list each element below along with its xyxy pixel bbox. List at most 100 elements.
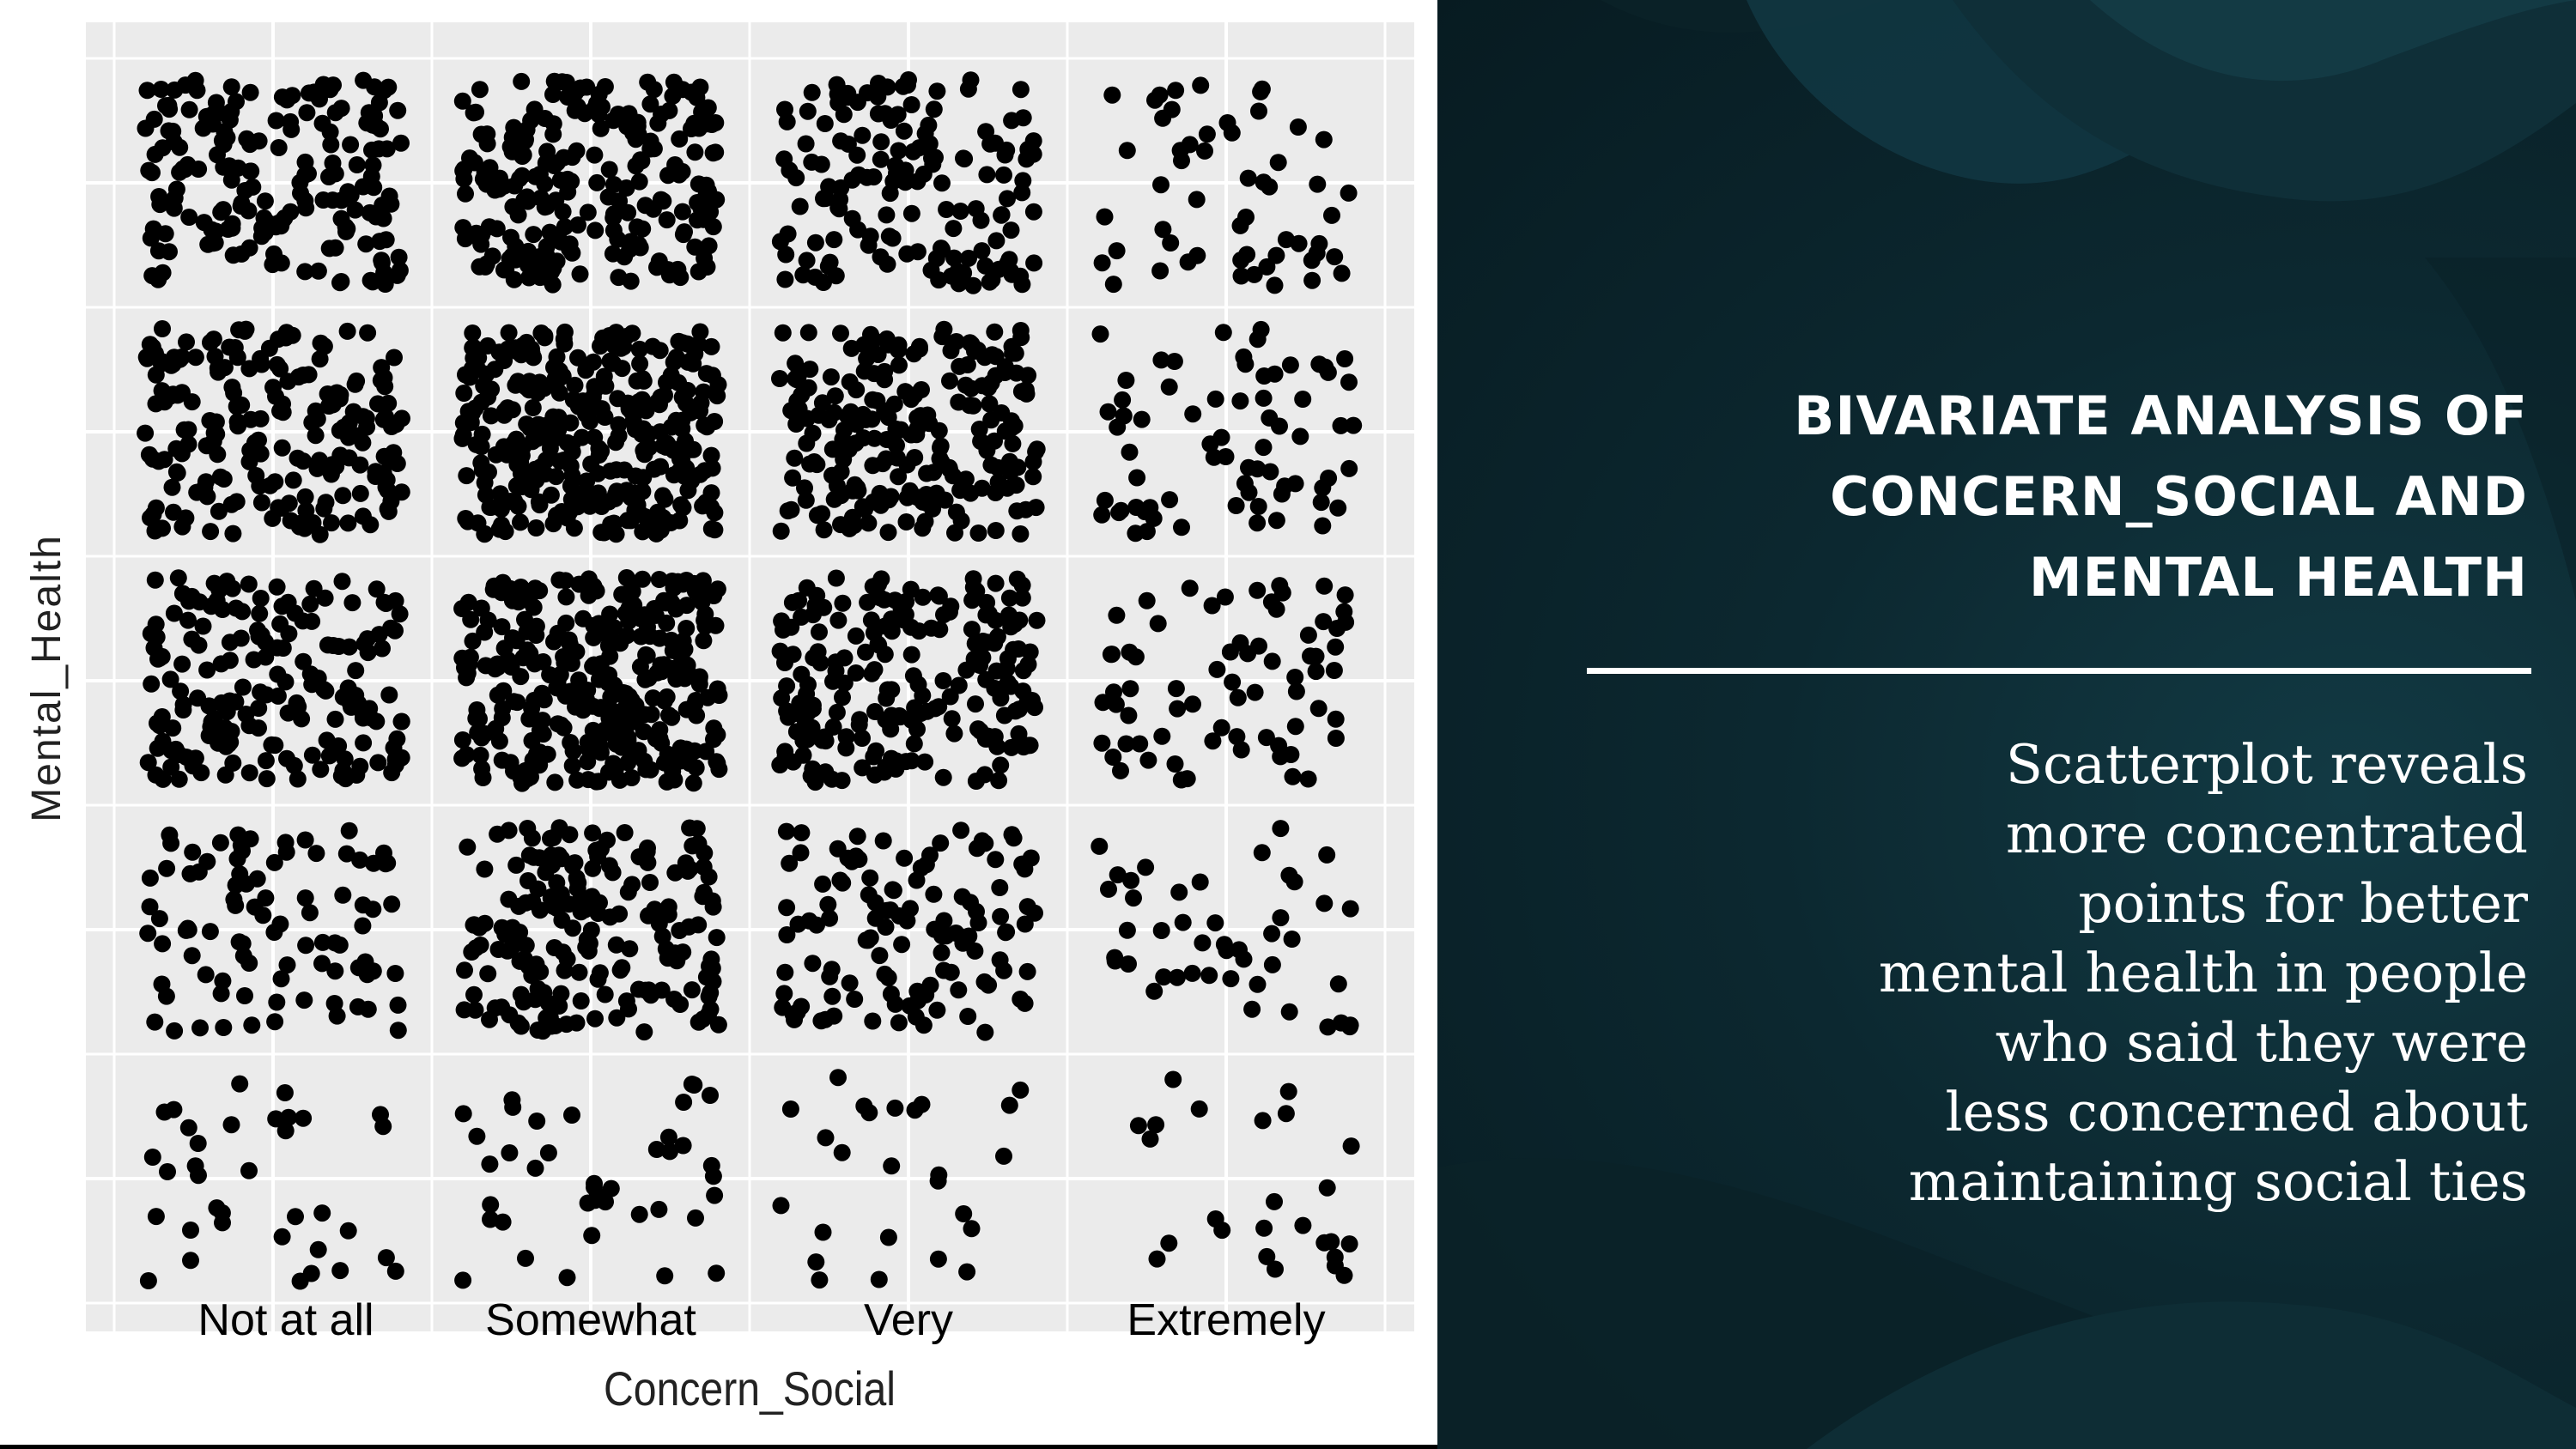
scatter-point [978, 441, 996, 459]
scatter-point [566, 101, 584, 119]
scatter-point [375, 844, 392, 862]
scatter-point [257, 648, 275, 666]
scatter-point [866, 429, 884, 447]
scatter-point [1109, 866, 1127, 884]
scatter-point [183, 630, 201, 648]
scatter-point [1148, 1250, 1166, 1268]
scatter-point [1315, 130, 1333, 149]
scatter-point [523, 829, 541, 847]
scatter-point [902, 900, 919, 918]
scatter-point [589, 847, 607, 865]
scatter-point [1326, 248, 1344, 266]
scatter-point [382, 619, 400, 637]
scatter-point [526, 655, 544, 673]
scatter-point [526, 100, 544, 118]
scatter-point [781, 1100, 799, 1118]
scatter-point [1314, 479, 1332, 497]
scatter-point [454, 1105, 472, 1123]
scatter-point [623, 583, 641, 600]
scatter-point [1309, 700, 1327, 718]
scatter-point [168, 464, 186, 482]
scatter-point [351, 851, 369, 869]
scatter-point [243, 1016, 261, 1034]
scatter-point [385, 452, 403, 470]
scatter-point [541, 440, 559, 458]
scatter-point [379, 500, 397, 518]
scatter-point [1118, 142, 1136, 160]
scatter-point [772, 1197, 790, 1215]
scatter-point [699, 99, 717, 117]
scatter-point [527, 471, 545, 489]
scatter-point [555, 330, 573, 348]
scatter-point [820, 178, 838, 196]
scatter-point [354, 917, 372, 935]
scatter-point [331, 274, 349, 292]
scatter-point [866, 365, 883, 383]
scatter-point [561, 235, 579, 253]
scatter-point [1318, 1179, 1336, 1197]
scatter-point [555, 718, 573, 737]
scatter-point [1218, 114, 1236, 131]
scatter-point [993, 206, 1011, 224]
scatter-point [1198, 125, 1216, 143]
scatter-point [517, 1249, 534, 1267]
scatter-point [641, 874, 659, 891]
scatter-point [180, 209, 198, 226]
scatter-point [561, 503, 579, 521]
scatter-point [326, 239, 344, 257]
scatter-point [884, 882, 902, 900]
scatter-point [352, 701, 370, 719]
scatter-point [623, 691, 641, 709]
scatter-point [843, 209, 861, 227]
scatter-point [465, 916, 483, 934]
scatter-point [141, 869, 159, 887]
scatter-point [535, 379, 553, 397]
scatter-point [650, 252, 668, 270]
scatter-point [832, 324, 849, 343]
scatter-point [291, 1272, 309, 1290]
scatter-point [812, 155, 830, 173]
scatter-point [526, 1159, 544, 1177]
scatter-point [1108, 606, 1126, 624]
scatter-point [587, 773, 605, 791]
scatter-point [811, 623, 828, 641]
scatter-point [1229, 688, 1247, 706]
scatter-point [241, 830, 259, 848]
scatter-point [1155, 968, 1173, 986]
scatter-point [154, 935, 172, 953]
scatter-point [616, 824, 634, 841]
scatter-point [798, 685, 816, 703]
scatter-point [825, 490, 843, 508]
scatter-point [673, 411, 691, 429]
scatter-point [914, 519, 932, 537]
scatter-point [257, 889, 275, 907]
scatter-point [1206, 914, 1224, 932]
scatter-point [197, 966, 215, 984]
scatter-point [1147, 1116, 1165, 1134]
scatter-point [265, 853, 283, 871]
scatter-point [860, 886, 878, 904]
scatter-point [555, 452, 573, 469]
scatter-point [324, 191, 342, 209]
scatter-point [671, 996, 690, 1013]
wave-background [1437, 0, 2576, 1449]
scatter-point [589, 970, 607, 988]
scatter-point [263, 736, 281, 754]
scatter-point [1184, 405, 1202, 423]
scatter-point [695, 632, 713, 650]
scatter-point [463, 943, 481, 961]
scatter-point [988, 627, 1006, 646]
scatter-point [538, 246, 556, 264]
scatter-point [850, 716, 868, 734]
scatter-point [1307, 663, 1325, 681]
scatter-point [870, 636, 888, 654]
scatter-point [229, 417, 247, 435]
scatter-point [917, 856, 935, 874]
scatter-point [490, 497, 508, 515]
scatter-point [252, 627, 270, 644]
scatter-point [1091, 837, 1109, 855]
scatter-point [471, 81, 489, 99]
scatter-point [1002, 677, 1020, 695]
scatter-point [324, 396, 342, 414]
scatter-point [165, 133, 183, 151]
